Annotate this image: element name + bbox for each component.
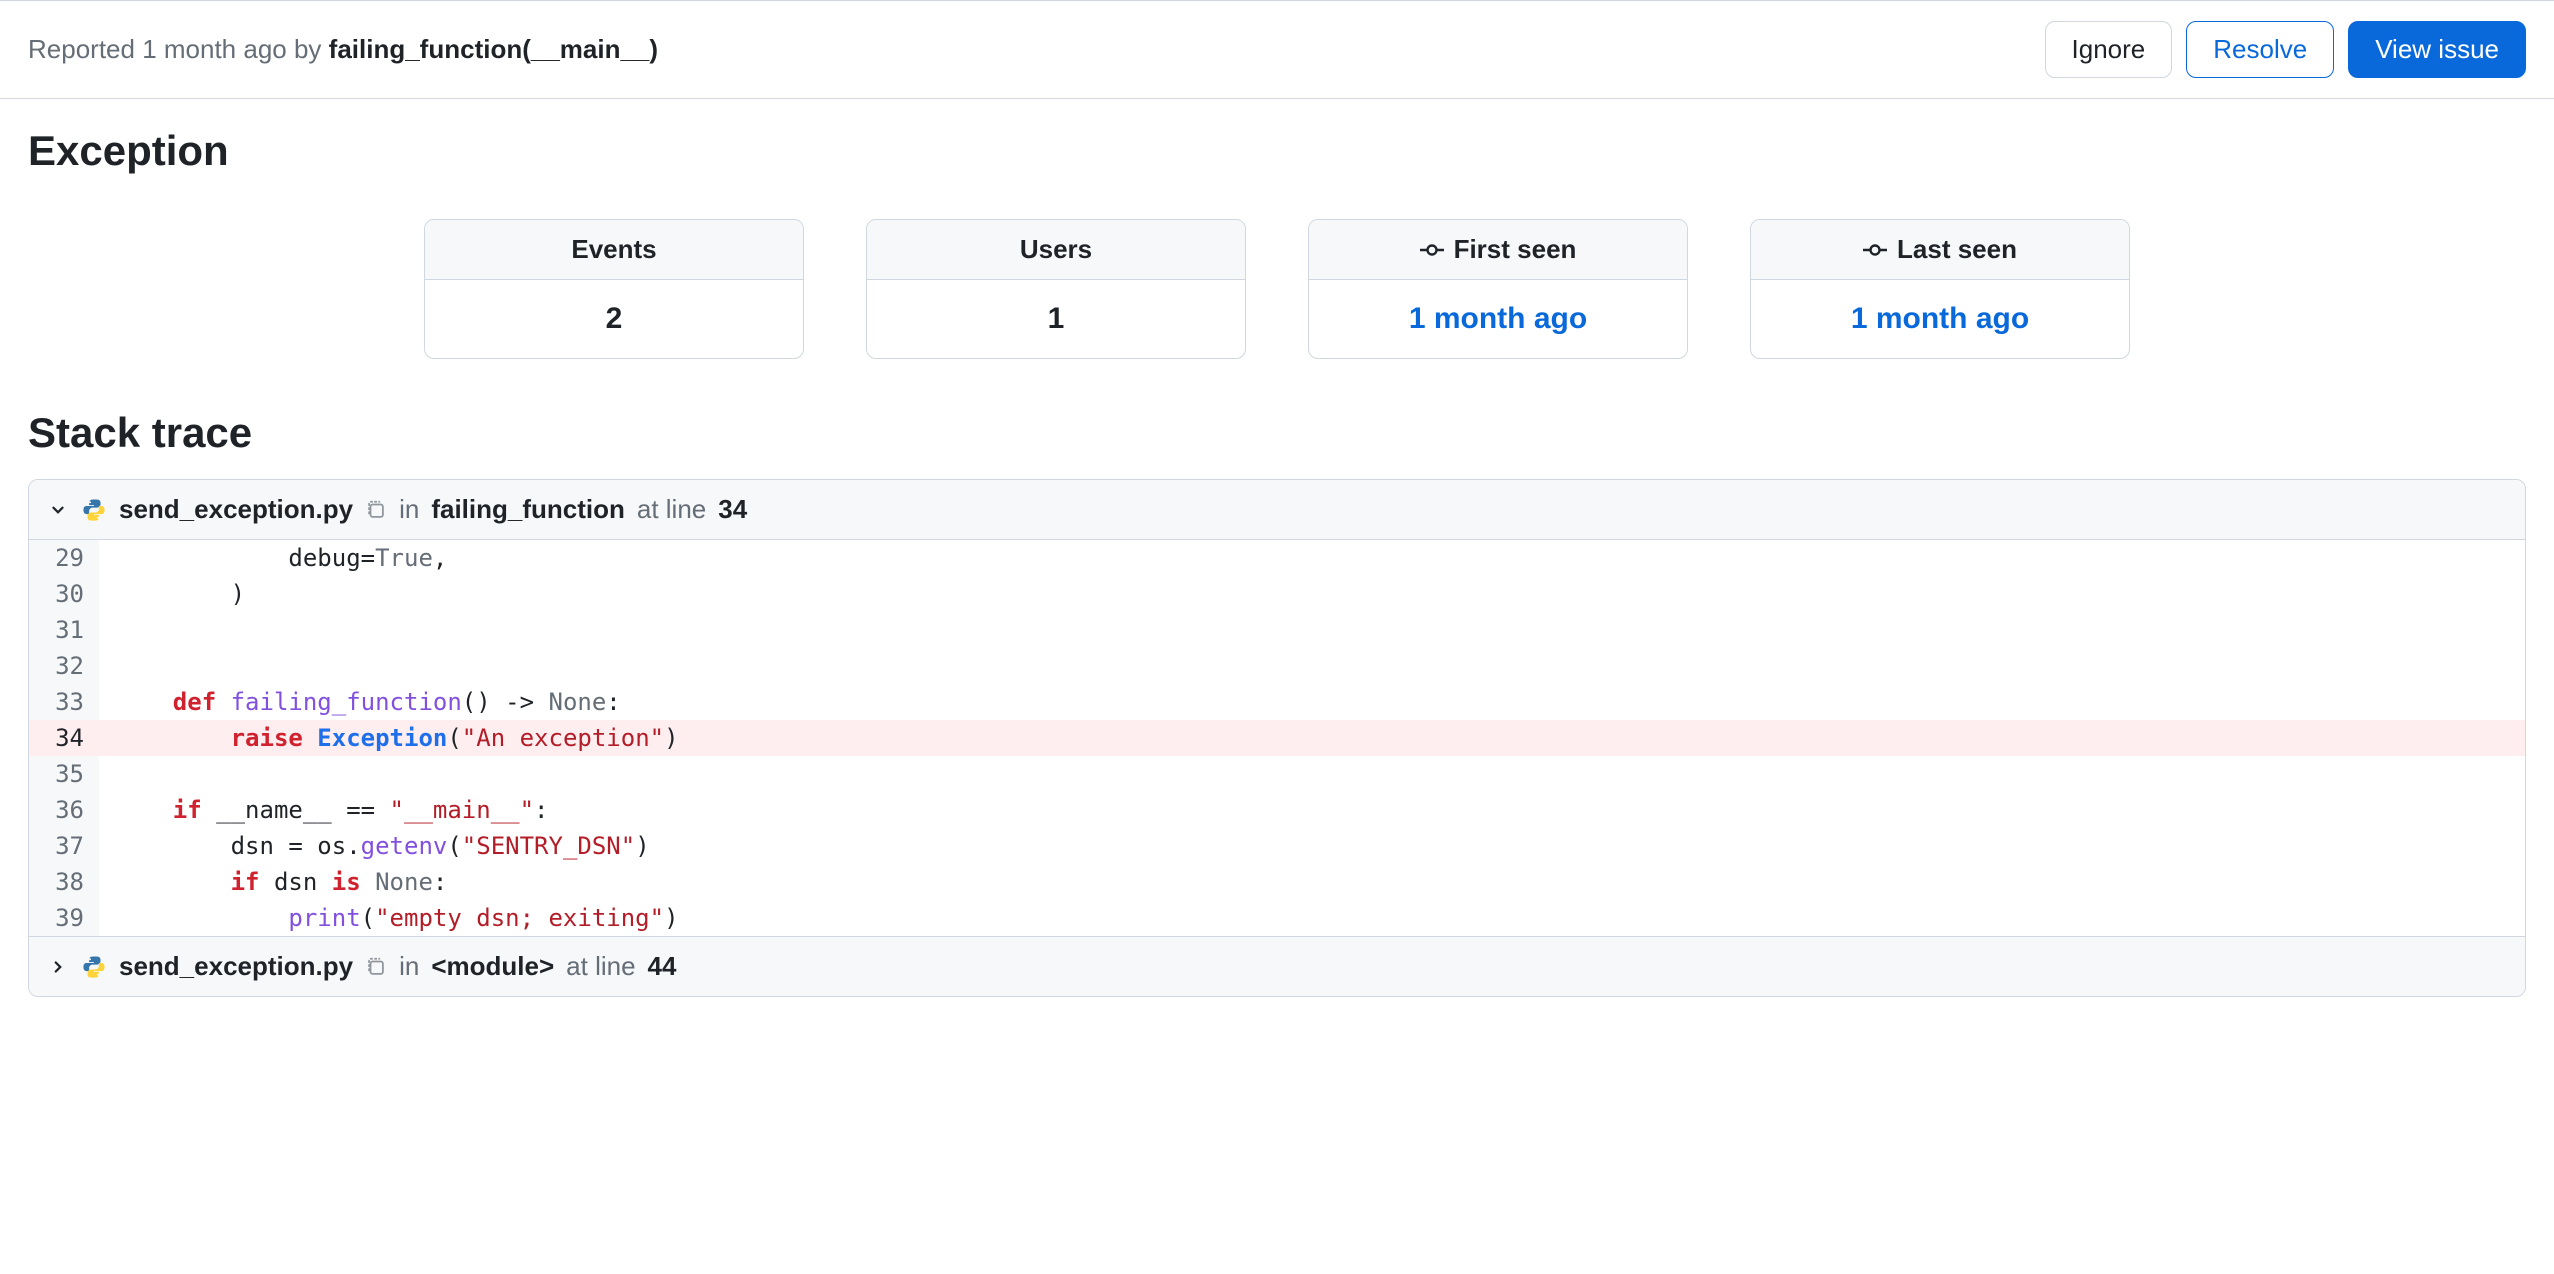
action-buttons: Ignore Resolve View issue — [2045, 21, 2526, 78]
copy-icon[interactable] — [365, 499, 387, 521]
code-line: 30 ) — [29, 576, 2525, 612]
code-line: 29 debug=True, — [29, 540, 2525, 576]
ignore-button[interactable]: Ignore — [2045, 21, 2173, 78]
chevron-down-icon — [49, 501, 69, 519]
line-number: 36 — [29, 792, 99, 828]
line-number: 32 — [29, 648, 99, 684]
stat-head-events: Events — [425, 220, 803, 280]
stack-frame-header-1[interactable]: send_exception.py in <module> at line 44 — [29, 936, 2525, 996]
code-line: 31 — [29, 612, 2525, 648]
stat-label-last-seen: Last seen — [1897, 234, 2017, 265]
commit-icon — [1420, 238, 1444, 262]
code-src: debug=True, — [99, 540, 2525, 576]
line-number: 35 — [29, 756, 99, 792]
stat-value-last-seen[interactable]: 1 month ago — [1751, 280, 2129, 358]
stack-frame-header-0[interactable]: send_exception.py in failing_function at… — [29, 480, 2525, 540]
python-icon — [81, 954, 107, 980]
code-line: 33 def failing_function() -> None: — [29, 684, 2525, 720]
line-number: 37 — [29, 828, 99, 864]
code-src: def failing_function() -> None: — [99, 684, 2525, 720]
line-number: 31 — [29, 612, 99, 648]
commit-icon — [1863, 238, 1887, 262]
stat-value-events: 2 — [425, 280, 803, 358]
code-src: if __name__ == "__main__": — [99, 792, 2525, 828]
frame-function: <module> — [431, 951, 554, 982]
stat-head-first-seen: First seen — [1309, 220, 1687, 280]
stack-trace-panel: send_exception.py in failing_function at… — [28, 479, 2526, 997]
frame-in-word: in — [399, 951, 419, 982]
code-src — [99, 756, 2525, 792]
reported-by-text: Reported 1 month ago by failing_function… — [28, 34, 658, 65]
code-line: 36 if __name__ == "__main__": — [29, 792, 2525, 828]
frame-line: 44 — [648, 951, 677, 982]
frame-in-word: in — [399, 494, 419, 525]
line-number: 30 — [29, 576, 99, 612]
reported-source: failing_function(__main__) — [329, 34, 658, 64]
frame-at-word: at line — [566, 951, 635, 982]
code-block: 29 debug=True, 30 ) 31 32 33 def failing… — [29, 540, 2525, 936]
stat-card-first-seen: First seen 1 month ago — [1308, 219, 1688, 359]
stat-label-first-seen: First seen — [1454, 234, 1577, 265]
code-src: ) — [99, 576, 2525, 612]
code-line: 39 print("empty dsn; exiting") — [29, 900, 2525, 936]
stat-head-last-seen: Last seen — [1751, 220, 2129, 280]
stat-card-events: Events 2 — [424, 219, 804, 359]
line-number: 34 — [29, 720, 99, 756]
code-line: 35 — [29, 756, 2525, 792]
stats-row: Events 2 Users 1 First seen 1 month ago … — [0, 183, 2554, 379]
stat-value-first-seen[interactable]: 1 month ago — [1309, 280, 1687, 358]
code-line-highlighted: 34 raise Exception("An exception") — [29, 720, 2525, 756]
code-src — [99, 612, 2525, 648]
frame-file: send_exception.py — [119, 951, 353, 982]
frame-at-word: at line — [637, 494, 706, 525]
stack-trace-title: Stack trace — [0, 379, 2554, 479]
code-line: 37 dsn = os.getenv("SENTRY_DSN") — [29, 828, 2525, 864]
reported-prefix: Reported — [28, 34, 142, 64]
line-number: 38 — [29, 864, 99, 900]
exception-title: Exception — [0, 99, 2554, 183]
view-issue-button[interactable]: View issue — [2348, 21, 2526, 78]
line-number: 29 — [29, 540, 99, 576]
frame-line: 34 — [718, 494, 747, 525]
code-src: dsn = os.getenv("SENTRY_DSN") — [99, 828, 2525, 864]
stat-head-users: Users — [867, 220, 1245, 280]
code-line: 38 if dsn is None: — [29, 864, 2525, 900]
code-src: print("empty dsn; exiting") — [99, 900, 2525, 936]
reported-time: 1 month ago — [142, 34, 287, 64]
frame-function: failing_function — [431, 494, 625, 525]
line-number: 33 — [29, 684, 99, 720]
code-src — [99, 648, 2525, 684]
stat-value-users: 1 — [867, 280, 1245, 358]
python-icon — [81, 497, 107, 523]
code-src: raise Exception("An exception") — [99, 720, 2525, 756]
frame-file: send_exception.py — [119, 494, 353, 525]
stat-card-users: Users 1 — [866, 219, 1246, 359]
reported-by-word: by — [287, 34, 329, 64]
stat-card-last-seen: Last seen 1 month ago — [1750, 219, 2130, 359]
issue-header: Reported 1 month ago by failing_function… — [0, 1, 2554, 98]
code-src: if dsn is None: — [99, 864, 2525, 900]
resolve-button[interactable]: Resolve — [2186, 21, 2334, 78]
copy-icon[interactable] — [365, 956, 387, 978]
chevron-right-icon — [49, 958, 69, 976]
code-line: 32 — [29, 648, 2525, 684]
line-number: 39 — [29, 900, 99, 936]
